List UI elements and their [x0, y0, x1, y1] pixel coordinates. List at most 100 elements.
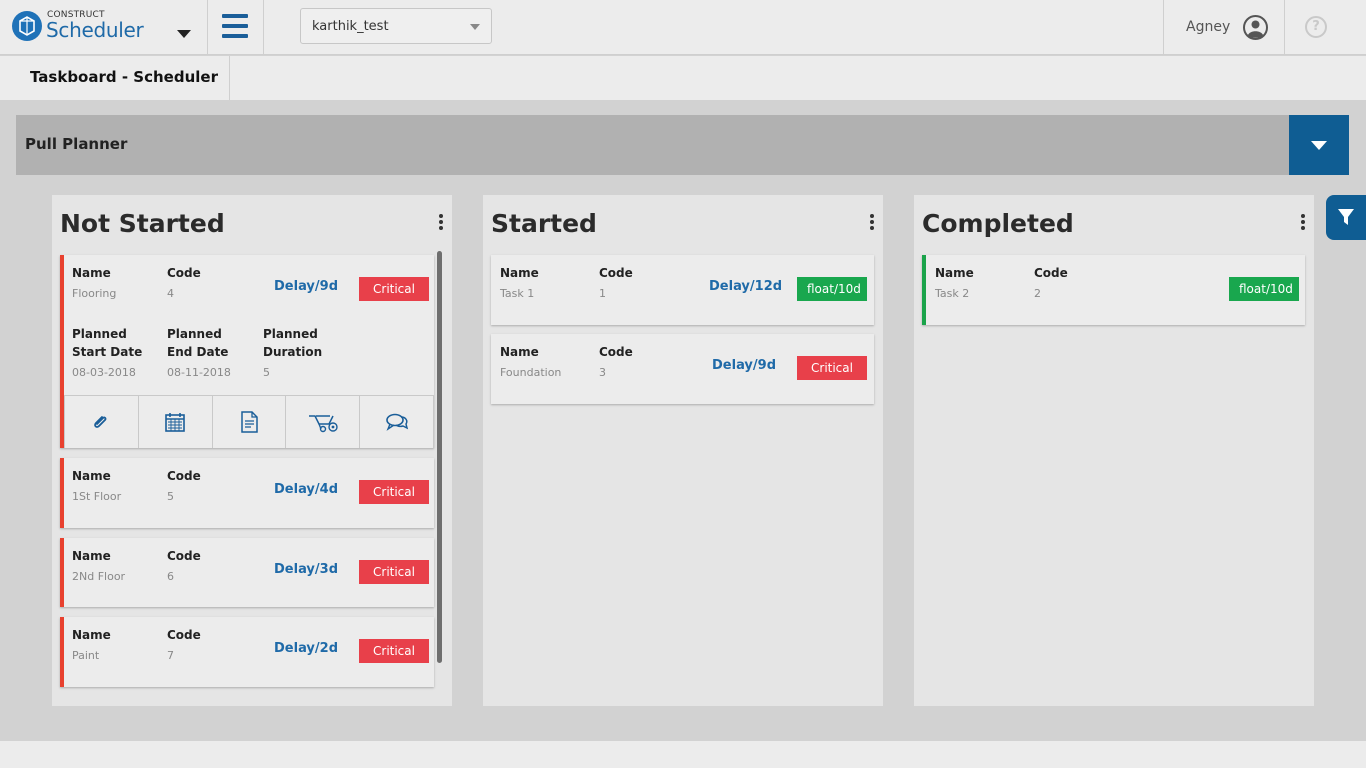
column-not-started: Not Started Name Flooring Code 4 Delay/9…	[52, 195, 452, 706]
column-title: Not Started	[60, 209, 225, 238]
document-icon	[241, 411, 258, 433]
filter-button[interactable]	[1326, 195, 1366, 240]
chat-bubbles-icon	[385, 413, 408, 431]
task-code: 5	[167, 490, 174, 503]
name-label: Name	[72, 549, 111, 563]
user-avatar-icon[interactable]	[1243, 15, 1268, 40]
wheelbarrow-icon	[308, 415, 338, 433]
name-label: Name	[72, 266, 111, 280]
project-select[interactable]: karthik_test	[300, 8, 492, 44]
code-label: Code	[599, 345, 633, 359]
task-name: Paint	[72, 649, 100, 662]
name-label: Name	[72, 628, 111, 642]
status-badge: Critical	[359, 560, 429, 584]
attachment-button[interactable]	[64, 396, 139, 448]
column-started: Started Name Task 1 Code 1 Delay/12d flo…	[483, 195, 883, 706]
delay-text: Delay/12d	[709, 279, 783, 294]
planned-duration: 5	[263, 366, 270, 379]
divider	[263, 0, 264, 55]
chevron-down-icon	[1311, 141, 1327, 150]
divider	[1284, 0, 1285, 55]
brand-name: Scheduler	[46, 18, 144, 42]
task-code: 7	[167, 649, 174, 662]
planned-start-label-1: Planned	[72, 327, 127, 341]
calendar-icon	[165, 413, 185, 432]
code-label: Code	[167, 549, 201, 563]
task-code: 6	[167, 570, 174, 583]
name-label: Name	[72, 469, 111, 483]
comments-button[interactable]	[360, 396, 434, 448]
task-name: Task 2	[935, 287, 970, 300]
pull-planner-toggle-button[interactable]	[1289, 115, 1349, 175]
planned-duration-label-1: Planned	[263, 327, 318, 341]
planned-end-date: 08-11-2018	[167, 366, 231, 379]
help-icon[interactable]: ?	[1305, 16, 1327, 38]
planned-end-label-1: Planned	[167, 327, 222, 341]
task-name: Task 1	[500, 287, 535, 300]
task-card[interactable]: Name Flooring Code 4 Delay/9d Critical P…	[60, 255, 434, 448]
status-badge: Critical	[359, 277, 429, 301]
sub-header: Taskboard - Scheduler	[0, 56, 1366, 100]
menu-icon[interactable]	[222, 14, 250, 40]
project-select-value: karthik_test	[312, 19, 389, 34]
task-card[interactable]: Name Foundation Code 3 Delay/9d Critical	[491, 334, 874, 404]
task-card[interactable]: Name 1St Floor Code 5 Delay/4d Critical	[60, 458, 434, 528]
status-badge: float/10d	[1229, 277, 1299, 301]
paperclip-icon	[94, 416, 107, 428]
delay-text: Delay/3d	[274, 562, 339, 577]
divider	[1163, 0, 1164, 55]
kebab-menu-icon[interactable]	[1300, 214, 1306, 232]
resources-button[interactable]	[286, 396, 361, 448]
column-title: Completed	[922, 209, 1074, 238]
kebab-menu-icon[interactable]	[438, 214, 444, 232]
pull-planner-label: Pull Planner	[25, 135, 128, 153]
task-name: 2Nd Floor	[72, 570, 126, 583]
delay-text: Delay/2d	[274, 641, 339, 656]
name-label: Name	[500, 345, 539, 359]
code-label: Code	[599, 266, 633, 280]
card-actions	[64, 395, 434, 448]
delay-text: Delay/9d	[712, 358, 777, 373]
chevron-down-icon[interactable]	[177, 30, 191, 38]
status-badge: float/10d	[797, 277, 867, 301]
task-card[interactable]: Name Task 2 Code 2 float/10d	[922, 255, 1305, 325]
task-code: 1	[599, 287, 606, 300]
task-card[interactable]: Name Task 1 Code 1 Delay/12d float/10d	[491, 255, 874, 325]
delay-text: Delay/4d	[274, 482, 339, 497]
brand-logo[interactable]: CONSTRUCT Scheduler	[12, 8, 192, 48]
name-label: Name	[935, 266, 974, 280]
column-title: Started	[491, 209, 597, 238]
user-name[interactable]: Agney	[1186, 19, 1230, 35]
construct-logo-icon	[12, 11, 42, 41]
planned-start-date: 08-03-2018	[72, 366, 136, 379]
task-name: 1St Floor	[72, 490, 122, 503]
status-badge: Critical	[359, 480, 429, 504]
divider	[207, 0, 208, 55]
status-badge: Critical	[359, 639, 429, 663]
pull-planner-bar[interactable]: Pull Planner	[16, 115, 1349, 175]
code-label: Code	[167, 628, 201, 642]
column-completed: Completed Name Task 2 Code 2 float/10d	[914, 195, 1314, 706]
planned-start-label-2: Start Date	[72, 345, 143, 359]
code-label: Code	[167, 469, 201, 483]
task-name: Flooring	[72, 287, 117, 300]
planned-duration-label-2: Duration	[263, 345, 323, 359]
task-card[interactable]: Name Paint Code 7 Delay/2d Critical	[60, 617, 434, 687]
divider	[229, 56, 230, 100]
task-name: Foundation	[500, 366, 562, 379]
scrollbar-thumb[interactable]	[437, 251, 442, 663]
calendar-button[interactable]	[139, 396, 213, 448]
task-card[interactable]: Name 2Nd Floor Code 6 Delay/3d Critical	[60, 538, 434, 607]
code-label: Code	[1034, 266, 1068, 280]
dropdown-arrow-icon	[470, 24, 480, 30]
task-code: 4	[167, 287, 174, 300]
task-code: 2	[1034, 287, 1041, 300]
top-bar: CONSTRUCT Scheduler karthik_test Agney ?	[0, 0, 1366, 55]
kebab-menu-icon[interactable]	[869, 214, 875, 232]
page-title: Taskboard - Scheduler	[30, 68, 218, 86]
document-button[interactable]	[213, 396, 287, 448]
name-label: Name	[500, 266, 539, 280]
task-code: 3	[599, 366, 606, 379]
planned-end-label-2: End Date	[167, 345, 229, 359]
footer-bar	[0, 741, 1366, 768]
